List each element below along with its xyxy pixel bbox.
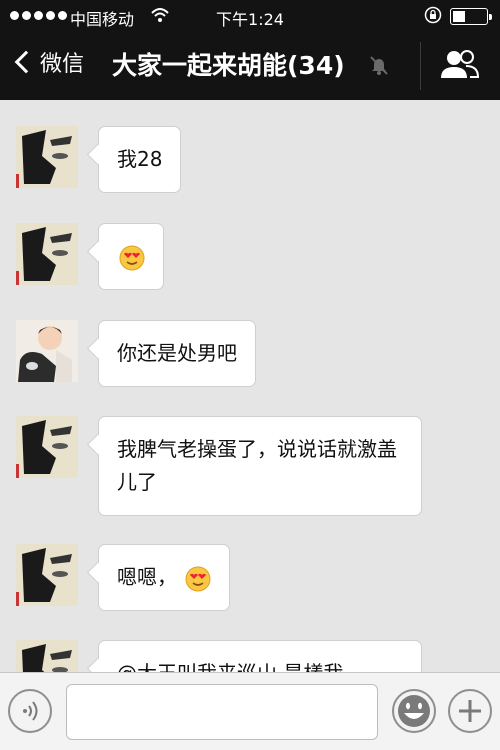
avatar[interactable] <box>16 320 78 382</box>
back-label: 微信 <box>40 52 85 77</box>
avatar[interactable] <box>16 126 78 188</box>
message-text: 嗯嗯， <box>117 565 177 589</box>
mute-bell-icon <box>368 54 390 76</box>
contacts-icon <box>441 50 480 78</box>
chat-header: 微信 大家一起来胡能(34) <box>0 32 500 100</box>
group-members-button[interactable] <box>436 44 484 88</box>
emoji-icon <box>398 695 430 727</box>
header-divider <box>420 42 421 90</box>
heart-eyes-emoji-icon <box>185 566 211 592</box>
message-text: 我28 <box>117 147 163 171</box>
emoji-button[interactable] <box>392 689 436 733</box>
message-bubble[interactable] <box>98 223 164 290</box>
plus-icon <box>459 700 481 722</box>
avatar[interactable] <box>16 416 78 478</box>
message-text: 你还是处男吧 <box>117 341 237 365</box>
avatar[interactable] <box>16 544 78 606</box>
more-actions-button[interactable] <box>448 689 492 733</box>
message-text: 我脾气老操蛋了，说说话就激盖儿了 <box>117 437 397 494</box>
rotation-lock-icon <box>424 6 442 28</box>
back-button[interactable]: 微信 <box>12 46 84 78</box>
message-bubble[interactable]: 你还是处男吧 <box>98 320 256 387</box>
chevron-left-icon <box>14 50 38 74</box>
battery-icon <box>450 8 492 25</box>
voice-icon <box>23 701 38 721</box>
message-input[interactable] <box>66 684 378 740</box>
message-bubble[interactable]: 我脾气老操蛋了，说说话就激盖儿了 <box>98 416 422 516</box>
message-bubble[interactable]: @大王叫我来巡山 是樣我 <box>98 640 422 672</box>
voice-input-button[interactable] <box>8 689 52 733</box>
message-bubble[interactable]: 我28 <box>98 126 182 193</box>
avatar[interactable] <box>16 223 78 285</box>
message-bubble[interactable]: 嗯嗯， <box>98 544 231 611</box>
status-bar: 中国移动 下午1:24 <box>0 0 500 32</box>
input-bar <box>0 672 500 750</box>
heart-eyes-emoji-icon <box>119 245 145 271</box>
message-list[interactable]: 我28 你还是处男吧 我脾气老操蛋了，说说话就激盖儿了 嗯嗯， <box>0 100 500 672</box>
avatar[interactable] <box>16 640 78 672</box>
message-text: @大王叫我来巡山 是樣我 <box>117 661 343 672</box>
chat-title: 大家一起来胡能(34) <box>112 51 345 80</box>
